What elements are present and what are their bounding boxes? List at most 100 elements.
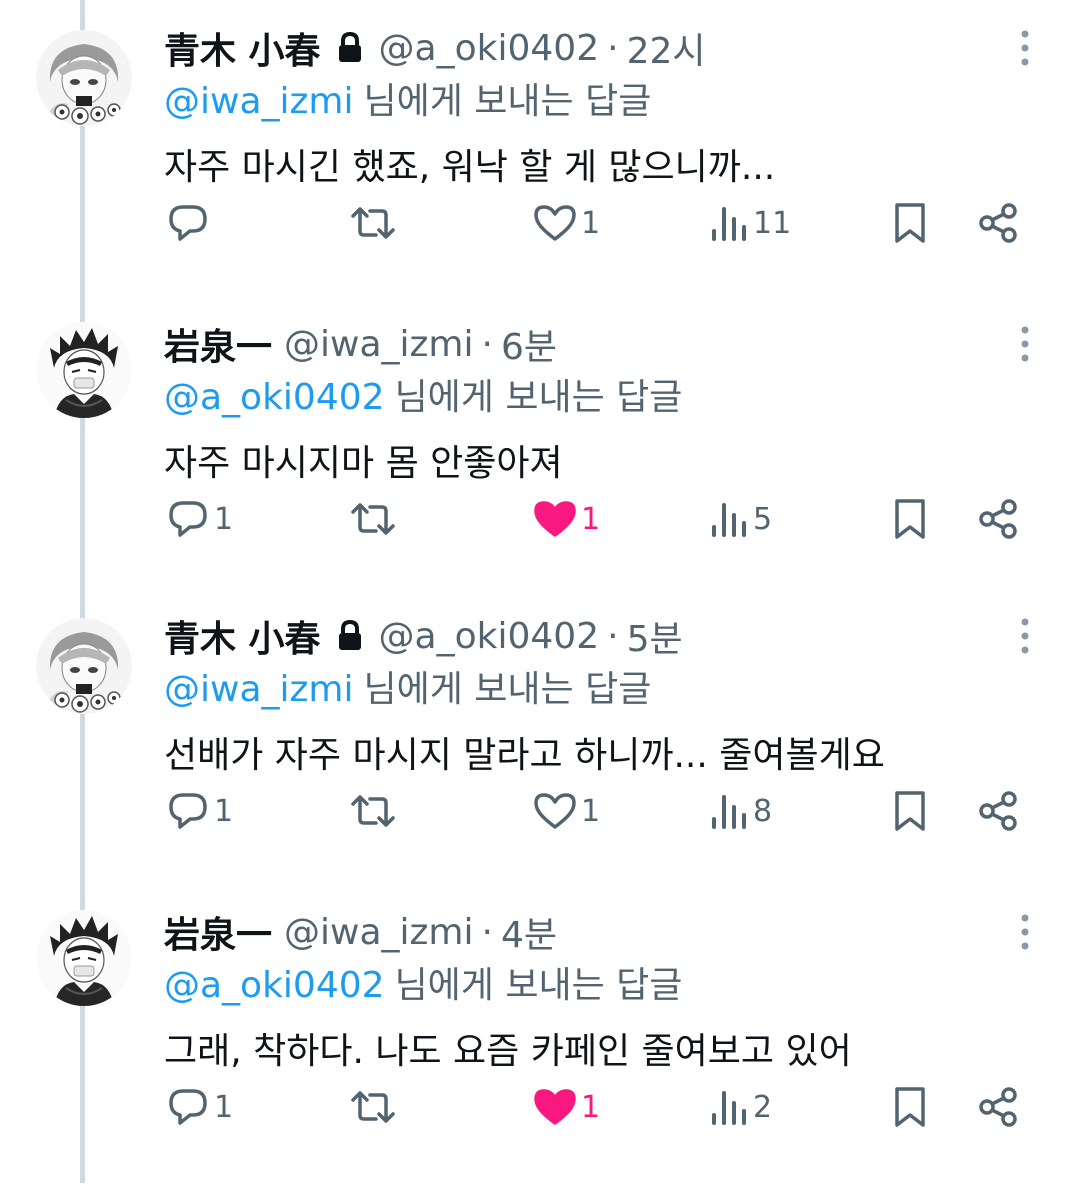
reply-count: 1 xyxy=(214,793,234,829)
tweet-header: 青木 小春 @a_oki0402 · 5분 xyxy=(164,608,683,664)
timestamp[interactable]: 4분 xyxy=(501,906,557,958)
tweet-text: 자주 마시긴 했죠, 워낙 할 게 많으니까... xyxy=(164,147,776,188)
tweet[interactable]: 岩泉一 @iwa_izmi · 4분 @a_oki0402 님에게 보내는 답글 … xyxy=(0,904,1078,1199)
reply-to-handle[interactable]: @iwa_izmi xyxy=(164,81,353,122)
share-icon xyxy=(979,1087,1017,1127)
tweet[interactable]: 青木 小春 @a_oki0402 · 22시 @iwa_izmi 님에게 보내는 … xyxy=(0,20,1078,315)
share-button[interactable] xyxy=(978,484,1020,554)
tweet-header: 岩泉一 @iwa_izmi · 4분 xyxy=(164,904,557,960)
retweet-icon xyxy=(351,207,395,239)
separator-dot: · xyxy=(481,323,493,365)
heart-icon xyxy=(534,205,576,241)
like-button[interactable]: 1 xyxy=(533,484,600,554)
views-button[interactable]: 2 xyxy=(709,1072,772,1142)
more-icon[interactable] xyxy=(1010,616,1040,656)
display-name[interactable]: 岩泉一 xyxy=(164,318,272,370)
handle[interactable]: @a_oki0402 xyxy=(379,616,600,657)
like-count: 1 xyxy=(581,501,601,537)
views-button[interactable]: 5 xyxy=(709,484,772,554)
share-button[interactable] xyxy=(978,1072,1020,1142)
reply-to-handle[interactable]: @iwa_izmi xyxy=(164,669,353,710)
action-bar: 1 1 5 xyxy=(0,484,1078,554)
reply-button[interactable] xyxy=(166,188,214,258)
reply-to-handle[interactable]: @a_oki0402 xyxy=(164,965,385,1006)
replying-to: @a_oki0402 님에게 보내는 답글 xyxy=(164,368,682,420)
more-icon[interactable] xyxy=(1010,912,1040,952)
tweet-header: 青木 小春 @a_oki0402 · 22시 xyxy=(164,20,706,76)
action-bar: 1 11 xyxy=(0,188,1078,258)
like-count: 1 xyxy=(581,793,601,829)
reply-to-handle[interactable]: @a_oki0402 xyxy=(164,377,385,418)
bookmark-button[interactable] xyxy=(892,188,928,258)
avatar[interactable] xyxy=(36,30,132,126)
retweet-button[interactable] xyxy=(350,188,396,258)
reply-button[interactable]: 1 xyxy=(166,484,233,554)
view-count: 5 xyxy=(753,501,773,537)
share-icon xyxy=(979,791,1017,831)
separator-dot: · xyxy=(607,615,619,657)
heart-icon xyxy=(534,1089,576,1125)
tweet[interactable]: 岩泉一 @iwa_izmi · 6분 @a_oki0402 님에게 보내는 답글 … xyxy=(0,316,1078,611)
timestamp[interactable]: 5분 xyxy=(627,610,683,662)
reply-icon xyxy=(169,793,207,829)
bookmark-button[interactable] xyxy=(892,1072,928,1142)
avatar[interactable] xyxy=(36,322,132,418)
view-count: 2 xyxy=(753,1089,773,1125)
action-bar: 1 1 8 xyxy=(0,776,1078,846)
retweet-icon xyxy=(351,1091,395,1123)
like-count: 1 xyxy=(581,1089,601,1125)
reply-button[interactable]: 1 xyxy=(166,1072,233,1142)
views-button[interactable]: 8 xyxy=(709,776,772,846)
retweet-button[interactable] xyxy=(350,776,396,846)
handle[interactable]: @iwa_izmi xyxy=(284,324,473,365)
reply-icon xyxy=(169,205,207,241)
avatar[interactable] xyxy=(36,910,132,1006)
display-name[interactable]: 岩泉一 xyxy=(164,906,272,958)
tweet[interactable]: 青木 小春 @a_oki0402 · 5분 @iwa_izmi 님에게 보내는 답… xyxy=(0,608,1078,903)
share-icon xyxy=(979,203,1017,243)
reply-to-label: 님에게 보내는 답글 xyxy=(363,81,652,122)
separator-dot: · xyxy=(481,911,493,953)
reply-icon xyxy=(169,501,207,537)
handle[interactable]: @a_oki0402 xyxy=(379,28,600,69)
avatar[interactable] xyxy=(36,618,132,714)
reply-to-label: 님에게 보내는 답글 xyxy=(363,669,652,710)
tweet-text: 선배가 자주 마시지 말라고 하니까... 줄여볼게요 xyxy=(164,735,885,776)
heart-icon xyxy=(534,501,576,537)
bookmark-button[interactable] xyxy=(892,484,928,554)
like-button[interactable]: 1 xyxy=(533,188,600,258)
timestamp[interactable]: 22시 xyxy=(627,22,706,74)
reply-to-label: 님에게 보내는 답글 xyxy=(394,965,683,1006)
reply-count: 1 xyxy=(214,1089,234,1125)
tweet-header: 岩泉一 @iwa_izmi · 6분 xyxy=(164,316,557,372)
bookmark-icon xyxy=(895,1087,925,1127)
handle[interactable]: @iwa_izmi xyxy=(284,912,473,953)
reply-count: 1 xyxy=(214,501,234,537)
share-icon xyxy=(979,499,1017,539)
lock-icon xyxy=(335,31,365,65)
lock-icon xyxy=(335,619,365,653)
heart-icon xyxy=(534,793,576,829)
bookmark-button[interactable] xyxy=(892,776,928,846)
action-bar: 1 1 2 xyxy=(0,1072,1078,1142)
display-name[interactable]: 青木 小春 xyxy=(164,610,321,662)
share-button[interactable] xyxy=(978,188,1020,258)
replying-to: @iwa_izmi 님에게 보내는 답글 xyxy=(164,72,651,124)
like-button[interactable]: 1 xyxy=(533,776,600,846)
reply-button[interactable]: 1 xyxy=(166,776,233,846)
view-count: 11 xyxy=(753,205,792,241)
replying-to: @a_oki0402 님에게 보내는 답글 xyxy=(164,956,682,1008)
share-button[interactable] xyxy=(978,776,1020,846)
retweet-button[interactable] xyxy=(350,1072,396,1142)
bookmark-icon xyxy=(895,203,925,243)
more-icon[interactable] xyxy=(1010,28,1040,68)
like-button[interactable]: 1 xyxy=(533,1072,600,1142)
retweet-icon xyxy=(351,503,395,535)
views-icon xyxy=(712,795,746,829)
timestamp[interactable]: 6분 xyxy=(501,318,557,370)
retweet-button[interactable] xyxy=(350,484,396,554)
more-icon[interactable] xyxy=(1010,324,1040,364)
views-button[interactable]: 11 xyxy=(709,188,791,258)
bookmark-icon xyxy=(895,791,925,831)
display-name[interactable]: 青木 小春 xyxy=(164,22,321,74)
